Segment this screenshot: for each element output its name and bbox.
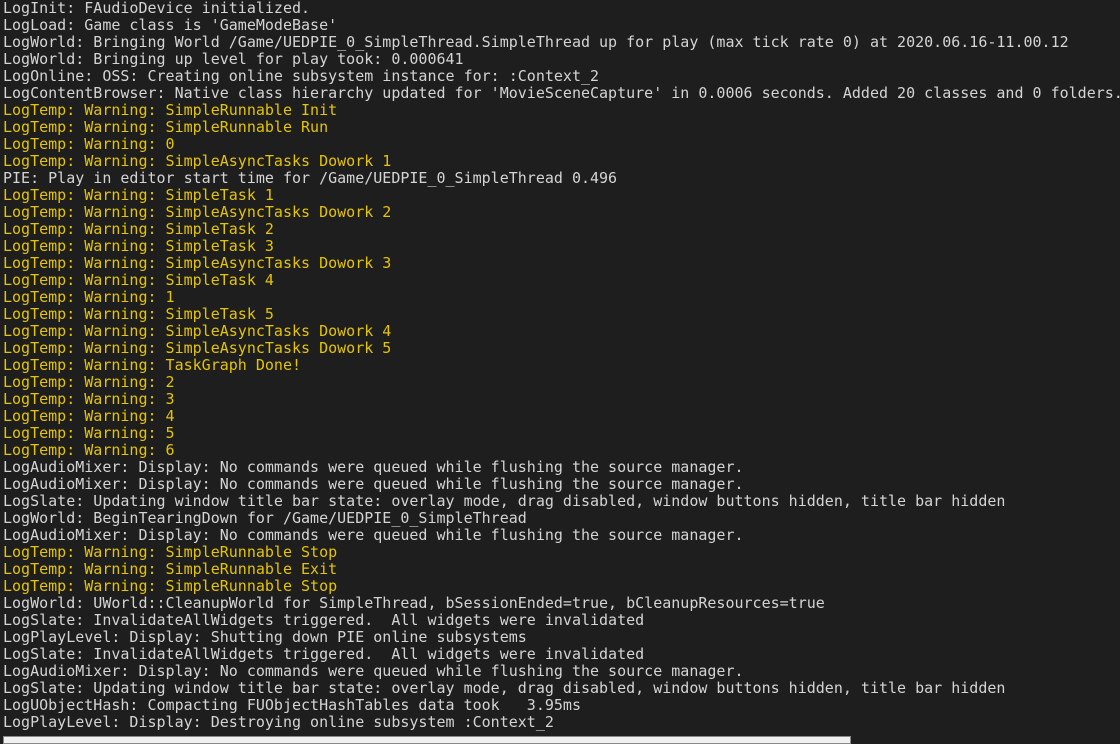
console-command-input[interactable] xyxy=(3,736,851,744)
log-line: LogPlayLevel: Display: Shutting down PIE… xyxy=(3,628,527,646)
log-line: LogWorld: UWorld::CleanupWorld for Simpl… xyxy=(3,594,825,612)
output-log: LogInit: FAudioDevice initialized. LogLoa… xyxy=(3,0,1120,731)
log-line-warning: LogTemp: Warning: 4 xyxy=(3,407,175,425)
log-line-warning: LogTemp: Warning: 6 xyxy=(3,441,175,459)
log-line: LogUObjectHash: Compacting FUObjectHashT… xyxy=(3,696,581,714)
log-line-warning: LogTemp: Warning: SimpleRunnable Stop xyxy=(3,543,338,561)
log-line-warning: LogTemp: Warning: 1 xyxy=(3,288,175,306)
log-line: LogAudioMixer: Display: No commands were… xyxy=(3,475,744,493)
log-line-warning: LogTemp: Warning: 3 xyxy=(3,390,175,408)
log-line-warning: LogTemp: Warning: SimpleRunnable Exit xyxy=(3,560,338,578)
log-line-warning: LogTemp: Warning: SimpleRunnable Init xyxy=(3,101,338,119)
log-line-warning: LogTemp: Warning: SimpleTask 1 xyxy=(3,186,274,204)
log-line-warning: LogTemp: Warning: 2 xyxy=(3,373,175,391)
log-line-warning: LogTemp: Warning: TaskGraph Done! xyxy=(3,356,302,374)
log-line: LogWorld: Bringing up level for play too… xyxy=(3,50,464,68)
log-line: LogSlate: InvalidateAllWidgets triggered… xyxy=(3,645,645,663)
log-line-warning: LogTemp: Warning: SimpleRunnable Stop xyxy=(3,577,338,595)
log-line: LogSlate: InvalidateAllWidgets triggered… xyxy=(3,611,645,629)
log-line-warning: LogTemp: Warning: SimpleTask 5 xyxy=(3,305,274,323)
log-line-warning: LogTemp: Warning: 5 xyxy=(3,424,175,442)
log-line: LogOnline: OSS: Creating online subsyste… xyxy=(3,67,600,85)
log-line-warning: LogTemp: Warning: SimpleAsyncTasks Dowor… xyxy=(3,203,392,221)
log-line-warning: LogTemp: Warning: 0 xyxy=(3,135,175,153)
log-line-warning: LogTemp: Warning: SimpleAsyncTasks Dowor… xyxy=(3,152,392,170)
log-line: LogAudioMixer: Display: No commands were… xyxy=(3,526,744,544)
log-line: LogLoad: Game class is 'GameModeBase' xyxy=(3,16,338,34)
log-line: LogAudioMixer: Display: No commands were… xyxy=(3,458,744,476)
log-line: LogInit: FAudioDevice initialized. xyxy=(3,0,311,17)
log-line: LogWorld: BeginTearingDown for /Game/UED… xyxy=(3,509,527,527)
log-line-warning: LogTemp: Warning: SimpleAsyncTasks Dowor… xyxy=(3,254,392,272)
log-line-warning: LogTemp: Warning: SimpleTask 2 xyxy=(3,220,274,238)
log-line: PIE: Play in editor start time for /Game… xyxy=(3,169,618,187)
log-line-warning: LogTemp: Warning: SimpleAsyncTasks Dowor… xyxy=(3,322,392,340)
log-line: LogPlayLevel: Display: Destroying online… xyxy=(3,713,554,731)
log-line-warning: LogTemp: Warning: SimpleTask 3 xyxy=(3,237,274,255)
log-line: LogAudioMixer: Display: No commands were… xyxy=(3,662,744,680)
log-line: LogSlate: Updating window title bar stat… xyxy=(3,492,1006,510)
log-line-warning: LogTemp: Warning: SimpleRunnable Run xyxy=(3,118,329,136)
log-line-warning: LogTemp: Warning: SimpleAsyncTasks Dowor… xyxy=(3,339,392,357)
log-line: LogWorld: Bringing World /Game/UEDPIE_0_… xyxy=(3,33,1069,51)
log-line: LogContentBrowser: Native class hierarch… xyxy=(3,84,1120,102)
log-line: LogSlate: Updating window title bar stat… xyxy=(3,679,1006,697)
log-line-warning: LogTemp: Warning: SimpleTask 4 xyxy=(3,271,274,289)
